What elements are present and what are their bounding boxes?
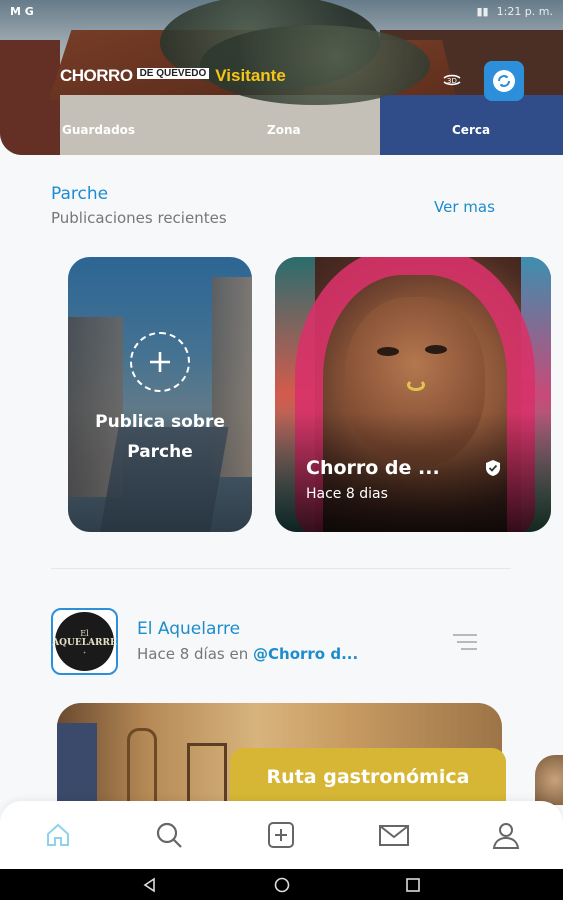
brand-main: CHORRO <box>60 66 133 85</box>
bottom-tab-bar <box>0 801 563 869</box>
view-3d-icon[interactable]: 3D <box>440 68 464 92</box>
back-icon[interactable] <box>141 876 159 894</box>
status-time: 1:21 p. m. <box>496 4 553 18</box>
system-nav-bar <box>0 869 563 900</box>
feed-meta-prefix: Hace 8 días en <box>137 645 249 663</box>
verified-shield-icon <box>486 460 500 476</box>
avatar[interactable]: El AQUELARRE ✦ <box>51 608 118 675</box>
feed-meta: Hace 8 días en @Chorro d... <box>137 645 358 663</box>
sync-button[interactable] <box>484 61 524 101</box>
post-title: Chorro de ... <box>306 457 440 479</box>
divider <box>51 568 511 569</box>
feed-author-name[interactable]: El Aquelarre <box>137 619 240 639</box>
svg-text:3D: 3D <box>447 77 457 85</box>
add-post-icon[interactable] <box>264 818 298 852</box>
avatar-ornament-icon: ✦ <box>82 649 87 655</box>
brand-role: Visitante <box>215 66 286 85</box>
feed-mention[interactable]: @Chorro d... <box>253 645 358 663</box>
recents-icon[interactable] <box>404 876 422 894</box>
home-icon[interactable] <box>41 818 75 852</box>
profile-icon[interactable] <box>489 818 523 852</box>
section-subtitle: Publicaciones recientes <box>51 209 227 227</box>
avatar-line1: El <box>80 628 89 638</box>
route-button[interactable]: Ruta gastronómica <box>230 748 506 806</box>
next-card-peek <box>535 755 563 805</box>
brand-small: DE QUEVEDO <box>136 67 210 79</box>
nav-cerca[interactable]: Cerca <box>452 123 490 137</box>
search-icon[interactable] <box>152 818 186 852</box>
options-menu-icon[interactable] <box>451 632 479 652</box>
post-time: Hace 8 dias <box>306 486 388 502</box>
app-screen: M G ▮▮ 1:21 p. m. CHORRO DE QUEVEDO Visi… <box>0 0 563 900</box>
section-title[interactable]: Parche <box>51 184 108 204</box>
add-icon <box>130 332 190 392</box>
post-card[interactable]: Chorro de ... Hace 8 dias <box>275 257 551 532</box>
brand-logo: CHORRO DE QUEVEDO Visitante <box>60 66 286 86</box>
see-more-link[interactable]: Ver mas <box>434 198 495 216</box>
nav-guardados[interactable]: Guardados <box>62 123 135 137</box>
publish-card[interactable]: Publica sobre Parche <box>68 257 252 532</box>
publish-label-line1: Publica sobre <box>95 412 225 432</box>
avatar-line2: AQUELARRE <box>52 637 117 648</box>
nav-zona[interactable]: Zona <box>267 123 301 137</box>
publish-label-line2: Parche <box>127 442 193 462</box>
mail-icon[interactable] <box>377 818 411 852</box>
sync-icon <box>493 70 515 92</box>
status-bar: M G ▮▮ 1:21 p. m. <box>0 0 563 22</box>
status-left: M G <box>10 4 34 18</box>
home-circle-icon[interactable] <box>273 876 291 894</box>
signal-icon: ▮▮ <box>476 4 489 18</box>
